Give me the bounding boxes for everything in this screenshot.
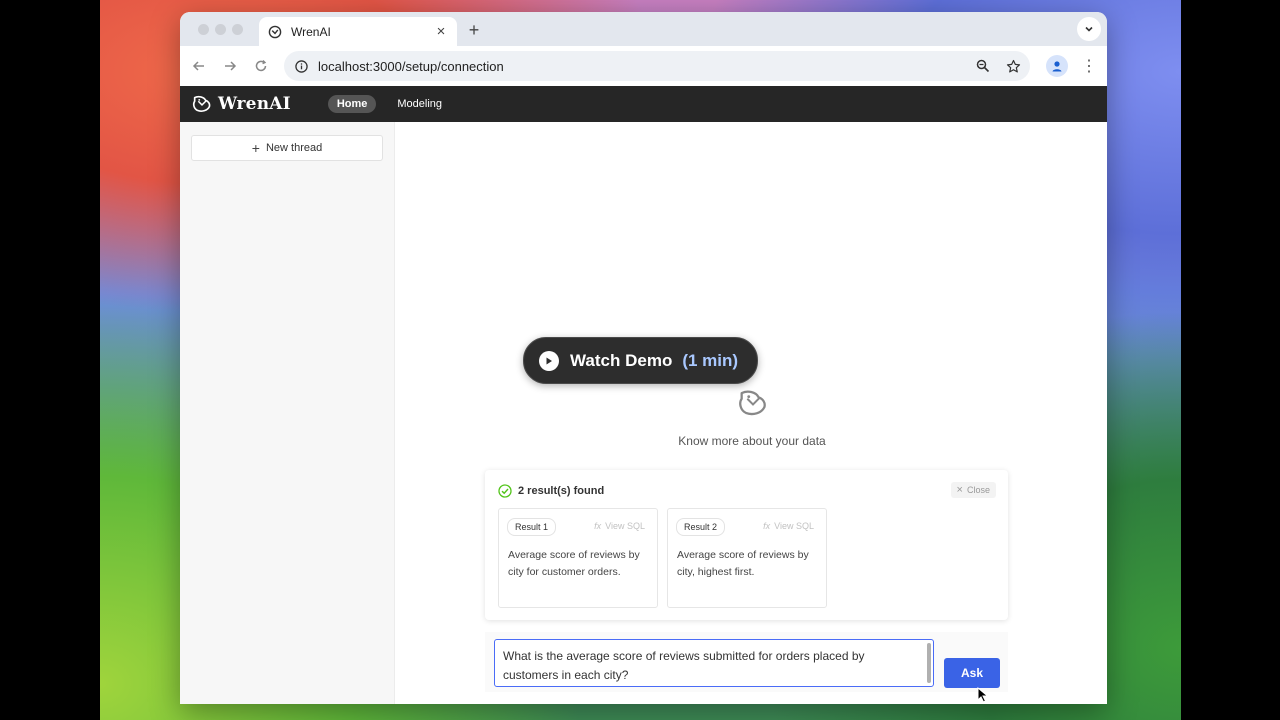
wren-favicon-icon	[267, 24, 283, 40]
wren-bird-icon	[739, 390, 766, 416]
profile-avatar-icon[interactable]	[1046, 55, 1068, 77]
results-panel: 2 result(s) found × Close Result 1 fx Vie…	[485, 470, 1008, 620]
result-card-1[interactable]: Result 1 fx View SQL Average score of rev…	[498, 508, 658, 608]
new-thread-button[interactable]: + New thread	[191, 135, 383, 161]
window-close-dot[interactable]	[198, 24, 209, 35]
close-label: Close	[966, 485, 990, 495]
new-tab-icon[interactable]: +	[464, 20, 484, 40]
tab-title: WrenAI	[291, 24, 331, 39]
watch-demo-duration: (1 min)	[682, 350, 739, 370]
play-icon	[539, 350, 559, 371]
mouse-cursor-icon	[977, 687, 989, 703]
reload-icon[interactable]	[251, 56, 271, 76]
close-results-button[interactable]: × Close	[950, 482, 996, 498]
result-tag: Result 2	[676, 518, 726, 536]
toolbar: localhost:3000/setup/connection ⋮	[180, 46, 1107, 86]
logo-text: WrenAI	[218, 94, 291, 114]
browser-menu-icon[interactable]: ⋮	[1078, 55, 1100, 77]
plus-icon: +	[251, 140, 260, 156]
result-description: Average score of reviews by city, highes…	[677, 549, 809, 578]
zoom-magnifier-icon[interactable]	[970, 53, 996, 79]
tab-close-icon[interactable]: ×	[431, 22, 451, 42]
wren-bird-logo-icon	[192, 95, 211, 112]
new-thread-label: New thread	[265, 142, 323, 154]
back-arrow-icon[interactable]	[189, 56, 209, 76]
nav-home-tab[interactable]: Home	[327, 95, 377, 113]
forward-arrow-icon[interactable]	[220, 56, 240, 76]
app-header: WrenAI Home Modeling	[180, 86, 1107, 122]
tab-search-chevron-icon[interactable]	[1077, 17, 1101, 41]
url-text: localhost:3000/setup/connection	[318, 58, 504, 74]
results-count: 2 result(s) found	[518, 485, 605, 497]
address-bar[interactable]: localhost:3000/setup/connection	[284, 51, 1030, 81]
watch-demo-label: Watch Demo	[570, 350, 673, 370]
view-sql-link[interactable]: fx View SQL	[594, 521, 645, 531]
view-sql-label: View SQL	[774, 521, 814, 531]
fx-icon: fx	[594, 521, 602, 531]
nav-modeling-tab[interactable]: Modeling	[397, 98, 442, 110]
result-card-2[interactable]: Result 2 fx View SQL Average score of rev…	[667, 508, 827, 608]
check-circle-icon	[498, 484, 512, 498]
close-icon: ×	[956, 484, 963, 496]
ask-button[interactable]: Ask	[944, 658, 1000, 688]
bookmark-star-icon[interactable]	[1000, 53, 1026, 79]
window-zoom-dot[interactable]	[232, 24, 243, 35]
result-description: Average score of reviews by city for cus…	[508, 549, 640, 578]
browser-tab[interactable]: WrenAI ×	[259, 17, 457, 46]
textarea-scrollbar[interactable]	[927, 643, 931, 683]
window-minimize-dot[interactable]	[215, 24, 226, 35]
view-sql-link[interactable]: fx View SQL	[763, 521, 814, 531]
results-header: 2 result(s) found	[498, 484, 604, 498]
fx-icon: fx	[763, 521, 771, 531]
tab-strip: WrenAI × +	[180, 12, 1107, 46]
wrenai-logo[interactable]: WrenAI	[191, 93, 291, 115]
sidebar: + New thread	[180, 122, 395, 704]
site-info-icon[interactable]	[293, 58, 309, 74]
watch-demo-button[interactable]: Watch Demo (1 min)	[523, 337, 758, 384]
result-tag: Result 1	[507, 518, 557, 536]
question-textarea[interactable]: What is the average score of reviews sub…	[494, 639, 934, 687]
empty-state-message: Know more about your data	[678, 434, 826, 448]
view-sql-label: View SQL	[605, 521, 645, 531]
